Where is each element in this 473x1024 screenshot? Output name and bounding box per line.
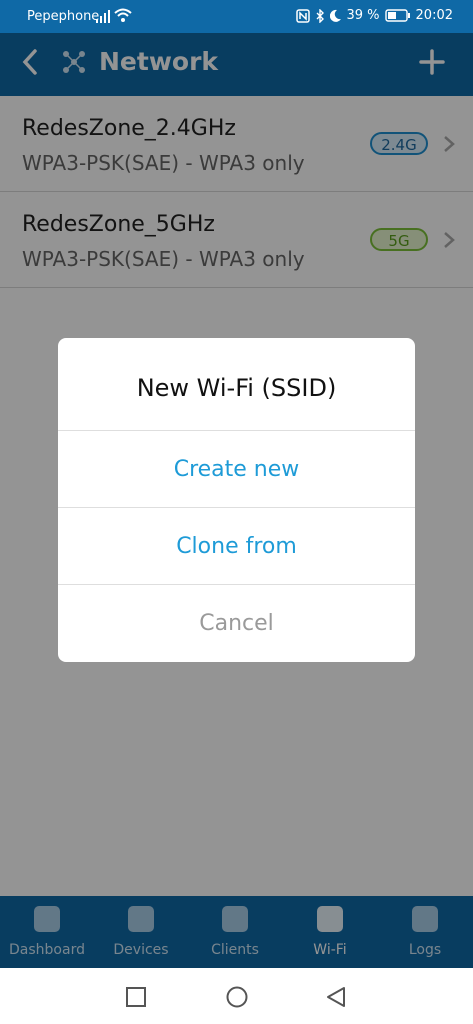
- home-icon[interactable]: [226, 986, 248, 1008]
- cancel-button[interactable]: Cancel: [58, 584, 415, 662]
- bluetooth-icon: [316, 8, 324, 23]
- nfc-icon: [295, 8, 310, 23]
- new-ssid-dialog: New Wi-Fi (SSID) Create new Clone from C…: [58, 338, 415, 662]
- create-new-button[interactable]: Create new: [58, 430, 415, 508]
- dialog-title: New Wi-Fi (SSID): [136, 374, 337, 402]
- battery-icon: [384, 9, 410, 22]
- system-nav-bar: [0, 968, 473, 1024]
- signal-icon: [96, 10, 110, 23]
- battery-percent: 39 %: [346, 8, 380, 23]
- recents-icon[interactable]: [126, 987, 146, 1007]
- moon-icon: [329, 9, 341, 22]
- back-icon[interactable]: [326, 986, 346, 1008]
- status-bar: Pepephone 39 % 20:02: [0, 0, 473, 33]
- carrier-name: Pepephone: [27, 9, 100, 24]
- clone-from-button[interactable]: Clone from: [58, 507, 415, 585]
- wifi-status-icon: [114, 8, 132, 22]
- clock: 20:02: [415, 8, 453, 23]
